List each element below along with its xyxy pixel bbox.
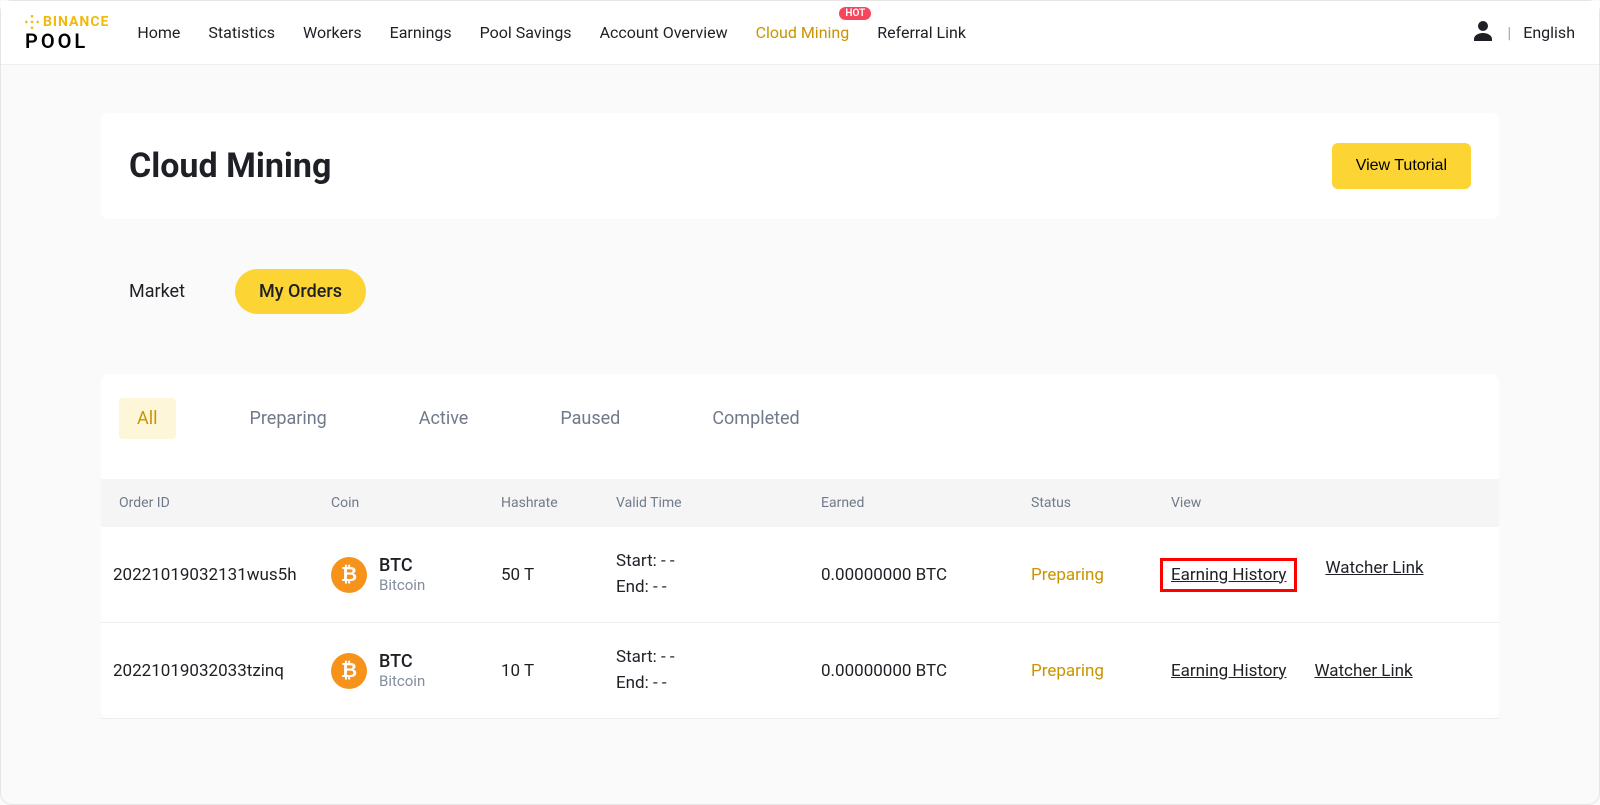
nav-workers[interactable]: Workers (303, 23, 362, 42)
earning-history-link[interactable]: Earning History (1160, 558, 1297, 592)
watcher-link[interactable]: Watcher Link (1325, 558, 1423, 592)
coin-name: Bitcoin (379, 672, 425, 690)
cell-earned: 0.00000000 BTC (821, 565, 1031, 585)
tab-market[interactable]: Market (129, 281, 185, 302)
page-content: Cloud Mining View Tutorial Market My Ord… (1, 65, 1599, 719)
title-card: Cloud Mining View Tutorial (101, 113, 1499, 219)
filter-active[interactable]: Active (401, 398, 487, 439)
watcher-link[interactable]: Watcher Link (1314, 661, 1412, 681)
start-time: Start: - - (616, 549, 821, 575)
nav-cloud-mining[interactable]: Cloud Mining HOT (756, 23, 850, 42)
col-order-id: Order ID (101, 495, 331, 511)
table-row: 20221019032033tzinq ₿ BTC Bitcoin 10 T S… (101, 623, 1499, 719)
cell-order-id: 20221019032131wus5h (101, 565, 331, 585)
main-nav: Home Statistics Workers Earnings Pool Sa… (137, 23, 966, 42)
col-view: View (1171, 495, 1499, 511)
filter-preparing[interactable]: Preparing (232, 398, 345, 439)
cell-hashrate: 50 T (501, 565, 616, 585)
hot-badge: HOT (839, 7, 871, 20)
coin-name: Bitcoin (379, 576, 425, 594)
logo[interactable]: BINANCE POOL (25, 15, 109, 51)
view-tutorial-button[interactable]: View Tutorial (1332, 143, 1471, 189)
section-tabs: Market My Orders (129, 269, 1499, 314)
start-time: Start: - - (616, 645, 821, 671)
orders-table: Order ID Coin Hashrate Valid Time Earned… (101, 479, 1499, 719)
nav-pool-savings[interactable]: Pool Savings (480, 23, 572, 42)
filter-completed[interactable]: Completed (694, 398, 817, 439)
page-title: Cloud Mining (129, 146, 331, 186)
language-selector[interactable]: English (1523, 23, 1575, 42)
end-time: End: - - (616, 671, 821, 697)
earning-history-link[interactable]: Earning History (1171, 661, 1286, 681)
col-coin: Coin (331, 495, 501, 511)
cell-valid-time: Start: - - End: - - (616, 645, 821, 696)
cell-order-id: 20221019032033tzinq (101, 661, 331, 681)
cell-status: Preparing (1031, 661, 1171, 681)
coin-symbol: BTC (379, 651, 425, 673)
app-header: BINANCE POOL Home Statistics Workers Ear… (1, 1, 1599, 65)
nav-statistics[interactable]: Statistics (208, 23, 275, 42)
col-status: Status (1031, 495, 1171, 511)
col-valid-time: Valid Time (616, 495, 821, 511)
cell-coin: ₿ BTC Bitcoin (331, 555, 501, 595)
cell-view: Earning History Watcher Link (1171, 661, 1499, 681)
filter-all[interactable]: All (119, 398, 176, 439)
filter-paused[interactable]: Paused (542, 398, 638, 439)
nav-earnings[interactable]: Earnings (390, 23, 452, 42)
table-row: 20221019032131wus5h ₿ BTC Bitcoin 50 T S… (101, 527, 1499, 623)
user-icon[interactable] (1471, 19, 1495, 47)
col-hashrate: Hashrate (501, 495, 616, 511)
tab-my-orders[interactable]: My Orders (235, 269, 366, 314)
binance-logo-icon (25, 15, 39, 29)
nav-cloud-mining-label: Cloud Mining (756, 23, 850, 42)
nav-home[interactable]: Home (137, 23, 180, 42)
cell-hashrate: 10 T (501, 661, 616, 681)
cell-coin: ₿ BTC Bitcoin (331, 651, 501, 691)
table-header-row: Order ID Coin Hashrate Valid Time Earned… (101, 479, 1499, 527)
logo-text-bottom: POOL (25, 31, 88, 51)
end-time: End: - - (616, 575, 821, 601)
bitcoin-icon: ₿ (331, 557, 367, 593)
logo-text-top: BINANCE (43, 15, 109, 29)
header-divider: | (1507, 23, 1511, 42)
cell-status: Preparing (1031, 565, 1171, 585)
orders-card: All Preparing Active Paused Completed Or… (101, 374, 1499, 719)
nav-referral-link[interactable]: Referral Link (877, 23, 966, 42)
nav-account-overview[interactable]: Account Overview (600, 23, 728, 42)
col-earned: Earned (821, 495, 1031, 511)
filter-tabs: All Preparing Active Paused Completed (101, 398, 1499, 439)
bitcoin-icon: ₿ (331, 653, 367, 689)
cell-earned: 0.00000000 BTC (821, 661, 1031, 681)
cell-view: Earning History Watcher Link (1171, 558, 1499, 592)
coin-symbol: BTC (379, 555, 425, 577)
header-right: | English (1471, 19, 1575, 47)
cell-valid-time: Start: - - End: - - (616, 549, 821, 600)
